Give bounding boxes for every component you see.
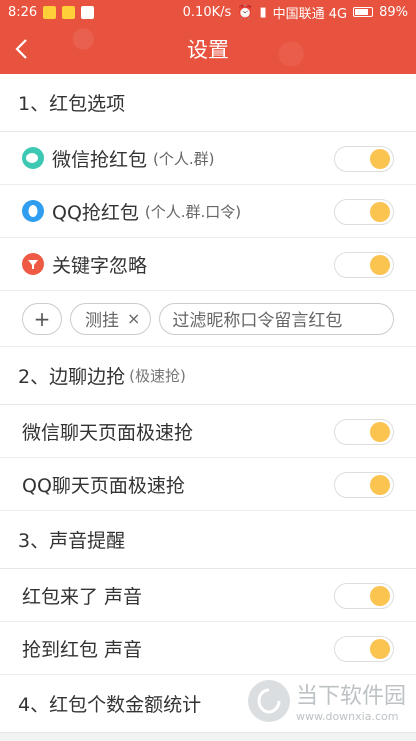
section-fast-grab: 2、边聊边抢 (极速抢) <box>0 347 416 405</box>
app-header: 设置 <box>0 24 416 74</box>
watermark: 当下软件园 www.downxia.com <box>247 678 406 723</box>
page-title: 设置 <box>187 38 229 62</box>
wechat-grab-sub: (个人.群) <box>153 149 215 168</box>
keyword-chip[interactable]: 测挂 × <box>70 302 152 335</box>
watermark-logo-icon <box>247 679 290 722</box>
row-qq-grab: QQ抢红包 (个人.群.口令) <box>0 185 416 238</box>
shopping-notification-icon <box>62 5 76 19</box>
row-wechat-grab: 微信抢红包 (个人.群) <box>0 132 416 185</box>
qq-fast-toggle[interactable] <box>334 472 394 498</box>
section-redpack-options: 1、红包选项 <box>0 74 416 132</box>
sound-grabbed-label: 抢到红包 声音 <box>22 638 143 661</box>
qq-grab-sub: (个人.群.口令) <box>144 202 242 221</box>
keyword-filter-input[interactable]: 过滤昵称口令留言红包 <box>159 302 394 335</box>
alarm-icon: ⏰ <box>237 4 254 20</box>
section-title: 3、声音提醒 <box>18 530 126 552</box>
gallery-notification-icon <box>81 5 95 19</box>
watermark-url: www.downxia.com <box>295 710 399 723</box>
row-sound-incoming: 红包来了 声音 <box>0 569 416 622</box>
keyword-ignore-label: 关键字忽略 <box>52 254 148 277</box>
network-speed: 0.10K/s <box>182 4 232 20</box>
wechat-grab-label: 微信抢红包 <box>52 148 148 171</box>
row-sound-grabbed: 抢到红包 声音 <box>0 622 416 675</box>
watermark-name: 当下软件园 <box>295 684 406 709</box>
wechat-grab-toggle[interactable] <box>334 146 394 172</box>
battery-percent: 89% <box>379 4 408 20</box>
carrier-label: 中国联通 4G <box>272 6 348 22</box>
qq-grab-label: QQ抢红包 <box>52 201 139 224</box>
section-title: 2、边聊边抢 <box>18 366 126 388</box>
sound-grabbed-toggle[interactable] <box>334 636 394 662</box>
signal-icon: ▮ <box>259 4 267 20</box>
section-title: 4、红包个数金额统计 <box>18 694 202 716</box>
qq-icon <box>22 200 44 222</box>
section-subtitle: (极速抢) <box>129 367 186 385</box>
row-wechat-fast: 微信聊天页面极速抢 <box>0 405 416 458</box>
back-arrow-icon[interactable] <box>10 36 36 62</box>
battery-icon <box>353 7 374 17</box>
qq-fast-label: QQ聊天页面极速抢 <box>22 474 185 497</box>
qq-grab-toggle[interactable] <box>334 199 394 225</box>
row-qq-fast: QQ聊天页面极速抢 <box>0 458 416 511</box>
wechat-fast-label: 微信聊天页面极速抢 <box>22 421 194 444</box>
keyword-chip-label: 测挂 <box>85 311 119 331</box>
status-bar: 8:26 0.10K/s ⏰ ▮ 中国联通 4G 89% <box>0 0 416 24</box>
remove-keyword-icon[interactable]: × <box>127 309 140 328</box>
add-keyword-button[interactable]: + <box>22 302 62 335</box>
wechat-icon <box>22 147 44 169</box>
sound-incoming-toggle[interactable] <box>334 583 394 609</box>
wechat-fast-toggle[interactable] <box>334 419 394 445</box>
status-time: 8:26 <box>8 4 38 20</box>
keyword-tags-row: + 测挂 × 过滤昵称口令留言红包 <box>0 291 416 347</box>
row-keyword-ignore: 关键字忽略 <box>0 238 416 291</box>
app-notification-icon <box>43 5 57 19</box>
filter-icon <box>22 253 44 275</box>
settings-list: 1、红包选项 微信抢红包 (个人.群) QQ抢红包 (个人.群.口令) 关键字忽… <box>0 74 416 733</box>
sound-incoming-label: 红包来了 声音 <box>22 585 143 608</box>
keyword-ignore-toggle[interactable] <box>334 252 394 278</box>
section-sound: 3、声音提醒 <box>0 511 416 569</box>
section-title: 1、红包选项 <box>18 93 126 115</box>
